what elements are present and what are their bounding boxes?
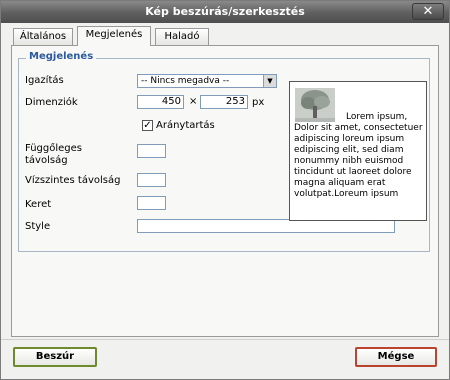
hspace-input[interactable]: [137, 173, 166, 187]
insert-button[interactable]: Beszúr: [13, 347, 97, 367]
border-label: Keret: [25, 199, 52, 210]
unit-label: px: [252, 97, 265, 108]
chevron-down-icon[interactable]: ▼: [263, 75, 276, 87]
dialog-title: Kép beszúrás/szerkesztés: [145, 5, 305, 18]
tab-panel: Megjelenés Igazítás -- Nincs megadva -- …: [11, 45, 439, 337]
vspace-label: Függőleges távolság: [25, 143, 82, 166]
tab-advanced[interactable]: Haladó: [155, 28, 209, 45]
preview-text: Lorem ipsum, Dolor sit amet, consectetue…: [294, 112, 423, 199]
vspace-input[interactable]: [137, 144, 166, 158]
fieldset-legend: Megjelenés: [26, 51, 97, 62]
times-symbol: ×: [189, 96, 198, 107]
title-bar[interactable]: Kép beszúrás/szerkesztés ✕: [1, 1, 449, 23]
cancel-button[interactable]: Mégse: [355, 347, 437, 367]
image-dialog: Kép beszúrás/szerkesztés ✕ Általános Meg…: [0, 0, 450, 380]
style-label: Style: [25, 221, 51, 232]
width-input[interactable]: 450: [137, 95, 184, 109]
border-input[interactable]: [137, 196, 166, 210]
height-input[interactable]: 253: [200, 95, 248, 109]
image-preview: Lorem ipsum, Dolor sit amet, consectetue…: [289, 81, 427, 221]
appearance-fieldset: Megjelenés Igazítás -- Nincs megadva -- …: [18, 51, 430, 252]
constrain-label: Aránytartás: [156, 120, 215, 131]
align-select[interactable]: -- Nincs megadva -- ▼: [137, 74, 277, 88]
close-button[interactable]: ✕: [412, 3, 444, 20]
align-select-value: -- Nincs megadva --: [141, 76, 230, 86]
tab-appearance[interactable]: Megjelenés: [77, 26, 151, 46]
constrain-checkbox[interactable]: ✓: [142, 120, 153, 131]
style-input[interactable]: [137, 219, 395, 233]
tab-general[interactable]: Általános: [13, 28, 73, 45]
hspace-label: Vízszintes távolság: [25, 175, 121, 186]
align-label: Igazítás: [25, 75, 64, 86]
dimensions-label: Dimenziók: [25, 97, 78, 108]
footer-divider: [1, 339, 449, 340]
